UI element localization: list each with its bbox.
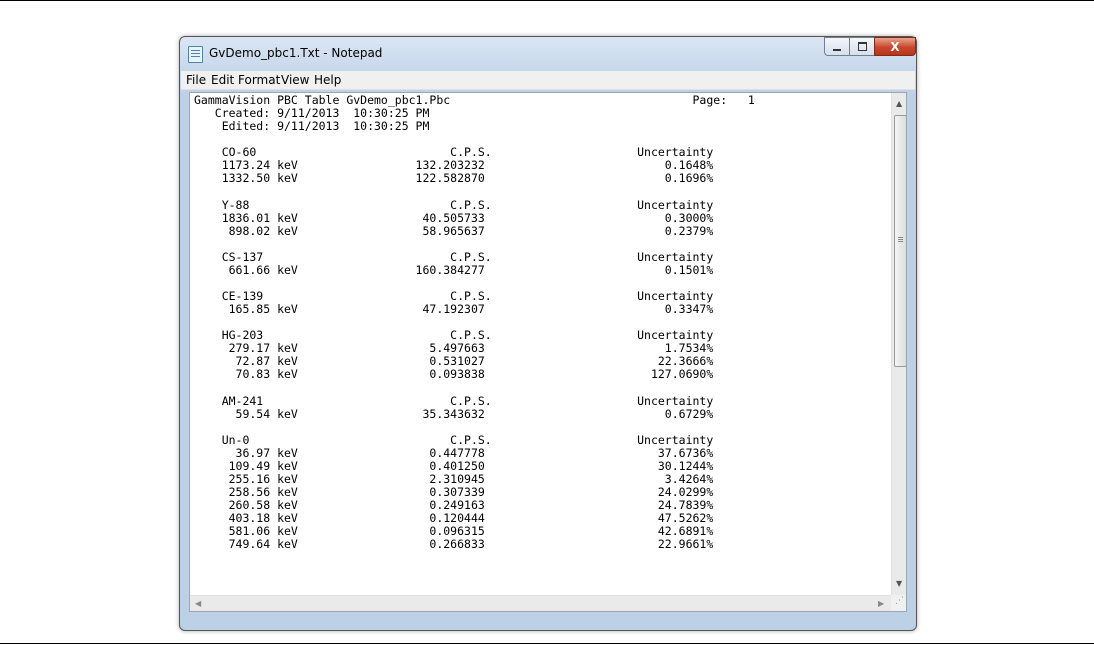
text-line: Un-0 C.P.S. Uncertainty xyxy=(194,432,714,447)
maximize-button[interactable] xyxy=(849,37,875,56)
minimize-button[interactable] xyxy=(824,37,850,56)
text-line: GammaVision PBC Table GvDemo_pbc1.Pbc Pa… xyxy=(194,93,755,107)
text-line: CS-137 C.P.S. Uncertainty xyxy=(194,249,714,264)
vertical-scrollbar[interactable]: ▲ ▼ xyxy=(891,93,906,595)
text-line: 403.18 keV 0.120444 47.5262% xyxy=(194,511,714,526)
text-line: Created: 9/11/2013 10:30:25 PM xyxy=(194,106,430,121)
menu-edit[interactable]: Edit xyxy=(211,73,234,87)
scroll-right-icon[interactable]: ▶ xyxy=(878,599,884,608)
text-line: 898.02 keV 58.965637 0.2379% xyxy=(194,223,714,238)
text-line: Y-88 C.P.S. Uncertainty xyxy=(194,197,714,212)
text-line: 72.87 keV 0.531027 22.3666% xyxy=(194,354,714,369)
text-line: 749.64 keV 0.266833 22.9661% xyxy=(194,537,714,552)
text-line: 59.54 keV 35.343632 0.6729% xyxy=(194,406,714,421)
text-line: 165.85 keV 47.192307 0.3347% xyxy=(194,302,714,317)
text-line: CE-139 C.P.S. Uncertainty xyxy=(194,289,714,304)
text-line: 581.06 keV 0.096315 42.6891% xyxy=(194,524,714,539)
scroll-down-icon[interactable]: ▼ xyxy=(896,579,902,588)
maximize-icon xyxy=(857,42,867,51)
text-line: 1173.24 keV 132.203232 0.1648% xyxy=(194,158,714,173)
text-line: 70.83 keV 0.093838 127.0690% xyxy=(194,367,714,382)
menu-bar: File Edit Format View Help xyxy=(181,71,915,90)
close-icon: X xyxy=(890,39,900,54)
screen-top-border xyxy=(0,0,1094,1)
text-line: HG-203 C.P.S. Uncertainty xyxy=(194,328,714,343)
screen-bottom-border xyxy=(0,643,1094,644)
window-title: GvDemo_pbc1.Txt - Notepad xyxy=(209,46,383,60)
text-line: 1836.01 keV 40.505733 0.3000% xyxy=(194,210,714,225)
menu-help[interactable]: Help xyxy=(314,73,341,87)
notepad-icon[interactable] xyxy=(188,46,203,63)
horizontal-scrollbar[interactable]: ◀ ▶ xyxy=(190,595,891,611)
text-line: 661.66 keV 160.384277 0.1501% xyxy=(194,262,714,277)
text-editor[interactable]: GammaVision PBC Table GvDemo_pbc1.Pbc Pa… xyxy=(190,93,891,595)
text-line: 1332.50 keV 122.582870 0.1696% xyxy=(194,171,714,186)
scroll-up-icon[interactable]: ▲ xyxy=(896,99,902,108)
minimize-icon xyxy=(833,48,841,51)
menu-format[interactable]: Format xyxy=(238,73,280,87)
text-line: AM-241 C.P.S. Uncertainty xyxy=(194,393,714,408)
text-line: 255.16 keV 2.310945 3.4264% xyxy=(194,472,714,487)
text-line: CO-60 C.P.S. Uncertainty xyxy=(194,145,714,160)
text-line: Edited: 9/11/2013 10:30:25 PM xyxy=(194,119,430,134)
text-line: 260.58 keV 0.249163 24.7839% xyxy=(194,498,714,513)
title-bar[interactable]: GvDemo_pbc1.Txt - Notepad X xyxy=(180,37,916,69)
editor-area: GammaVision PBC Table GvDemo_pbc1.Pbc Pa… xyxy=(189,92,907,612)
grip-icon xyxy=(898,237,903,238)
vertical-scroll-thumb[interactable] xyxy=(894,115,906,367)
text-line: 258.56 keV 0.307339 24.0299% xyxy=(194,485,714,500)
menu-file[interactable]: File xyxy=(186,73,206,87)
menu-view[interactable]: View xyxy=(281,73,309,87)
text-line: 279.17 keV 5.497663 1.7534% xyxy=(194,341,714,356)
resize-grip-icon[interactable] xyxy=(891,595,906,611)
text-line: 36.97 keV 0.447778 37.6736% xyxy=(194,445,714,460)
scroll-left-icon[interactable]: ◀ xyxy=(195,599,201,608)
notepad-window: GvDemo_pbc1.Txt - Notepad X File Edit Fo… xyxy=(179,36,917,631)
text-line: 109.49 keV 0.401250 30.1244% xyxy=(194,458,714,473)
close-button[interactable]: X xyxy=(874,37,916,56)
